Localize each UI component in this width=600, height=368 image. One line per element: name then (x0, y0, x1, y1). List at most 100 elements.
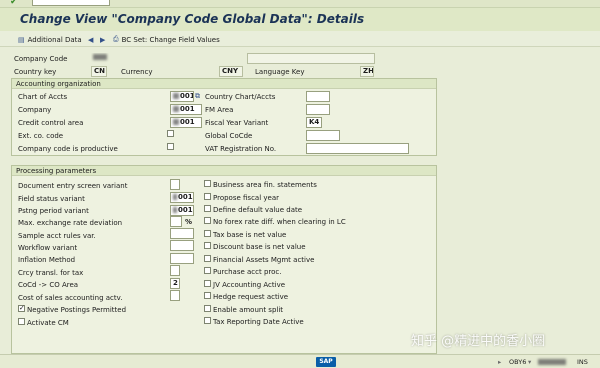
watermark-text: 知乎 @精进中的香小圈 (411, 334, 546, 349)
global-cocde-field[interactable] (306, 130, 340, 141)
activate-cm-checkbox[interactable] (18, 318, 25, 325)
sample-acct-rules-field[interactable] (170, 228, 194, 239)
company-label: Company (18, 106, 52, 114)
crcy-transl-tax-field[interactable] (170, 265, 180, 276)
negative-postings-checkbox[interactable]: ✓ (18, 305, 25, 312)
amount-split-checkbox[interactable] (204, 305, 211, 312)
field-status-variant-value: 001 (178, 193, 193, 201)
vat-registration-label: VAT Registration No. (205, 145, 277, 153)
inflation-method-field[interactable] (170, 253, 194, 264)
chart-of-accts-label: Chart of Accts (18, 93, 68, 101)
cocd-co-area-field[interactable]: 2 (170, 278, 180, 289)
tax-reporting-date-label: Tax Reporting Date Active (213, 318, 304, 326)
credit-control-label: Credit control area (18, 119, 84, 127)
hedge-request-checkbox[interactable] (204, 292, 211, 299)
vat-registration-field[interactable] (306, 143, 409, 154)
bc-set-icon: ⎙ (113, 35, 119, 43)
jv-accounting-checkbox[interactable] (204, 280, 211, 287)
percent-unit: % (185, 218, 193, 226)
jv-accounting-label: JV Accounting Active (213, 281, 286, 289)
max-exchange-rate-field[interactable] (170, 216, 182, 227)
redacted-value (173, 106, 179, 112)
redacted-value (173, 207, 177, 213)
bc-set-button[interactable]: ⎙ BC Set: Change Field Values (113, 34, 220, 45)
global-cocde-label: Global CoCde (205, 132, 253, 140)
negative-postings-label: Negative Postings Permitted (27, 306, 127, 314)
credit-control-field[interactable]: 001 (170, 117, 202, 128)
chart-of-accts-value: 001 (180, 92, 194, 100)
title-bar: Change View "Company Code Global Data": … (0, 8, 600, 31)
redacted-value (173, 93, 179, 99)
posting-period-variant-label: Pstng period variant (18, 207, 89, 215)
purchase-acct-label: Purchase acct proc. (213, 268, 282, 276)
previous-triangle-icon: ◀ (88, 35, 94, 44)
bc-set-label: BC Set: Change Field Values (121, 35, 220, 44)
no-forex-diff-checkbox[interactable] (204, 217, 211, 224)
currency-field: CNY (219, 66, 243, 77)
fiscal-year-variant-label: Fiscal Year Variant (205, 119, 269, 127)
redacted-value (173, 119, 179, 125)
max-exchange-rate-label: Max. exchange rate deviation (18, 219, 123, 227)
accounting-organization-title: Accounting organization (12, 79, 436, 89)
previous-entry-button[interactable]: ◀ (88, 34, 93, 45)
redacted-value (93, 54, 107, 60)
business-area-checkbox[interactable] (204, 180, 211, 187)
inflation-method-label: Inflation Method (18, 256, 76, 264)
amount-split-label: Enable amount split (213, 306, 284, 314)
productive-checkbox[interactable] (167, 143, 174, 150)
doc-entry-variant-field[interactable] (170, 179, 180, 190)
currency-label: Currency (121, 68, 153, 76)
fiscal-year-variant-field[interactable]: K4 (306, 117, 322, 128)
tax-base-net-label: Tax base is net value (213, 231, 287, 239)
sample-acct-rules-label: Sample acct rules var. (18, 232, 96, 240)
default-value-date-checkbox[interactable] (204, 205, 211, 212)
activate-cm-label: Activate CM (27, 319, 69, 327)
redacted-value (538, 359, 566, 365)
discount-base-net-label: Discount base is net value (213, 243, 306, 251)
cocd-co-area-label: CoCd -> CO Area (18, 281, 79, 289)
processing-parameters-title: Processing parameters (12, 166, 436, 176)
cost-of-sales-field[interactable] (170, 290, 180, 301)
cost-of-sales-label: Cost of sales accounting actv. (18, 294, 123, 302)
status-mode: INS (577, 358, 588, 366)
next-triangle-icon: ▶ (100, 35, 106, 44)
additional-data-button[interactable]: ▤ Additional Data (18, 34, 82, 45)
application-toolbar: ▤ Additional Data ◀ ▶ ⎙ BC Set: Change F… (0, 31, 600, 47)
tax-reporting-date-checkbox[interactable] (204, 317, 211, 324)
ext-co-code-label: Ext. co. code (18, 132, 64, 140)
company-code-label: Company Code (14, 55, 68, 63)
system-toolbar: ✔ (0, 0, 600, 8)
country-chart-field[interactable] (306, 91, 330, 102)
field-status-variant-field[interactable]: 001 (170, 192, 194, 203)
system-dropdown-icon[interactable]: ▾ (528, 358, 531, 366)
financial-assets-checkbox[interactable] (204, 255, 211, 262)
next-entry-button[interactable]: ▶ (100, 34, 105, 45)
propose-fiscal-year-checkbox[interactable] (204, 193, 211, 200)
additional-data-icon: ▤ (18, 35, 25, 44)
no-forex-diff-label: No forex rate diff. when clearing in LC (213, 218, 346, 226)
country-key-field: CN (91, 66, 107, 77)
command-field[interactable] (32, 0, 110, 6)
workflow-variant-label: Workflow variant (18, 244, 78, 252)
tax-base-net-checkbox[interactable] (204, 230, 211, 237)
field-status-variant-label: Field status variant (18, 195, 85, 203)
purchase-acct-checkbox[interactable] (204, 267, 211, 274)
ext-co-code-checkbox[interactable] (167, 130, 174, 137)
enter-check-icon[interactable]: ✔ (10, 0, 18, 7)
financial-assets-label: Financial Assets Mgmt active (213, 256, 315, 264)
value-help-icon[interactable]: ⧉ (195, 92, 200, 101)
discount-base-net-checkbox[interactable] (204, 242, 211, 249)
status-arrow-icon[interactable]: ▸ (498, 358, 501, 366)
status-bar: SAP ▸ OBY6 ▾ INS (0, 354, 600, 368)
redacted-value (173, 194, 177, 200)
hedge-request-label: Hedge request active (213, 293, 289, 301)
fm-area-label: FM Area (205, 106, 234, 114)
productive-label: Company code is productive (18, 145, 118, 153)
posting-period-variant-field[interactable]: 001 (170, 205, 194, 216)
status-system: OBY6 (509, 358, 527, 366)
company-field[interactable]: 001 (170, 104, 202, 115)
workflow-variant-field[interactable] (170, 240, 194, 251)
company-code-field (91, 53, 121, 64)
chart-of-accts-field[interactable]: 001 (170, 91, 194, 102)
fm-area-field[interactable] (306, 104, 330, 115)
